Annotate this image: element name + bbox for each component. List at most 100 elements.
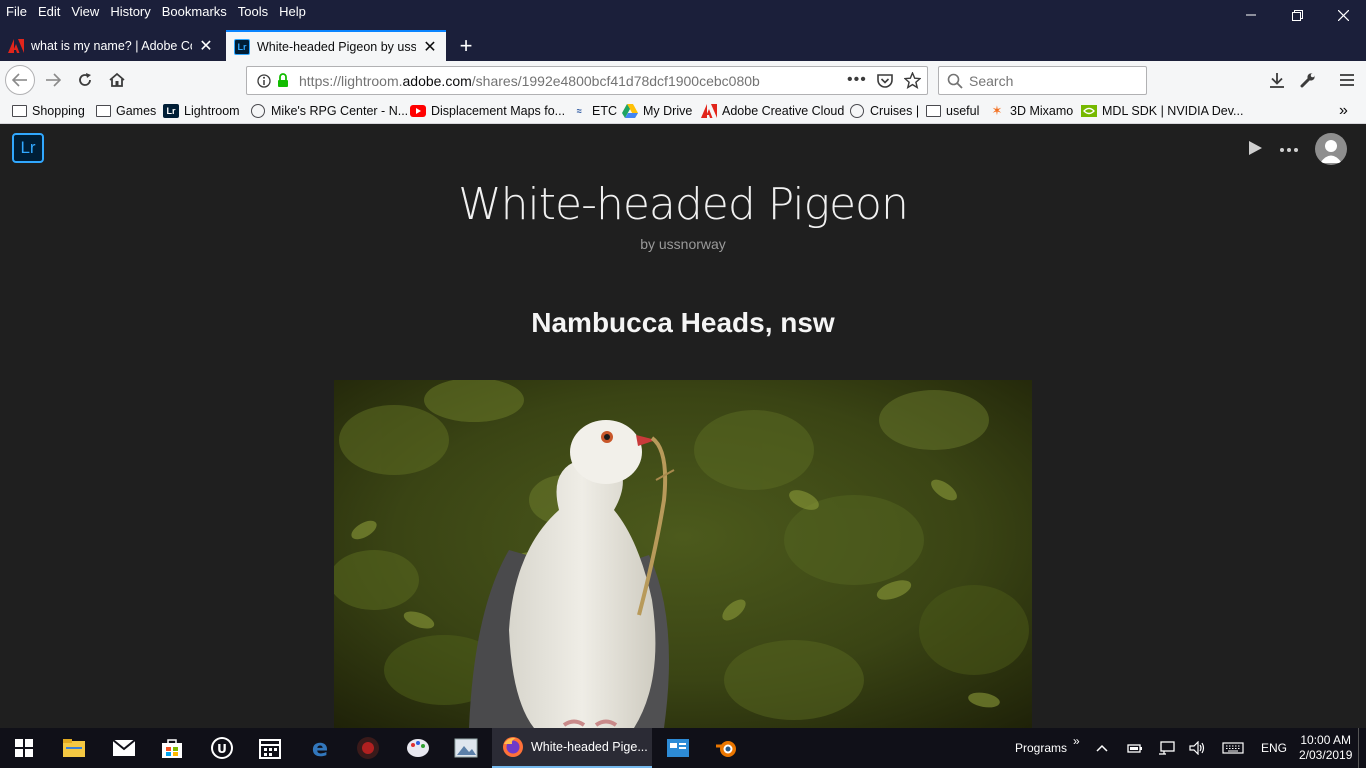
chevron-up-icon bbox=[1096, 744, 1108, 752]
tray-clock[interactable]: 10:00 AM 2/03/2019 bbox=[1299, 728, 1352, 768]
taskbar-firefox-window[interactable]: White-headed Pige... bbox=[492, 728, 652, 768]
firefox-icon bbox=[503, 737, 523, 757]
menu-help[interactable]: Help bbox=[273, 2, 311, 22]
minimize-button[interactable] bbox=[1228, 0, 1274, 30]
taskbar-blender[interactable] bbox=[702, 728, 750, 768]
bookmark-label: Displacement Maps fo... bbox=[431, 104, 566, 118]
bookmark-lightroom[interactable]: Lr Lightroom bbox=[163, 102, 240, 120]
album-author: by ussnorway bbox=[640, 236, 726, 252]
taskbar-file-explorer[interactable] bbox=[50, 728, 98, 768]
bookmark-star-icon[interactable] bbox=[903, 71, 922, 92]
tray-programs-toolbar[interactable]: Programs » bbox=[1015, 728, 1080, 768]
downloads-button[interactable] bbox=[1262, 66, 1292, 94]
tab-label: White-headed Pigeon by ussno bbox=[257, 39, 416, 54]
avatar[interactable] bbox=[1315, 133, 1347, 165]
restore-icon bbox=[1291, 9, 1303, 21]
menu-tools[interactable]: Tools bbox=[232, 2, 273, 22]
bookmark-label: 3D Mixamo bbox=[1010, 104, 1074, 118]
bookmark-adobe-creative-cloud[interactable]: Adobe Creative Cloud bbox=[701, 102, 844, 120]
programs-label: Programs bbox=[1015, 741, 1068, 755]
chevron-double-right-icon: » bbox=[1339, 102, 1348, 119]
taskbar-paint-app[interactable] bbox=[394, 728, 442, 768]
menu-history[interactable]: History bbox=[104, 2, 155, 22]
play-icon bbox=[1249, 141, 1262, 155]
bookmark-games[interactable]: Games bbox=[95, 102, 156, 120]
more-options-button[interactable] bbox=[1279, 137, 1301, 157]
image-icon bbox=[454, 738, 478, 758]
show-desktop-button[interactable] bbox=[1358, 728, 1366, 768]
home-icon bbox=[109, 72, 125, 87]
taskbar-store[interactable] bbox=[148, 728, 196, 768]
slideshow-play-button[interactable] bbox=[1247, 139, 1267, 159]
lightroom-logo[interactable]: Lr bbox=[12, 133, 44, 163]
tab-adobe-community[interactable]: what is my name? | Adobe Com ✕ bbox=[0, 30, 222, 61]
taskbar-mail[interactable] bbox=[100, 728, 148, 768]
menu-edit[interactable]: Edit bbox=[32, 2, 65, 22]
bookmark-etc[interactable]: ≈ ETC bbox=[571, 102, 617, 120]
menu-bookmarks[interactable]: Bookmarks bbox=[156, 2, 232, 22]
taskbar-app-blue[interactable] bbox=[654, 728, 702, 768]
tray-language[interactable]: ENG bbox=[1261, 728, 1287, 768]
bookmark-label: Lightroom bbox=[184, 104, 240, 118]
search-box[interactable] bbox=[938, 66, 1147, 95]
bookmark-displacement-maps[interactable]: Displacement Maps fo... bbox=[410, 102, 565, 120]
tab-strip: what is my name? | Adobe Com ✕ Lr White-… bbox=[0, 30, 1366, 61]
start-button[interactable] bbox=[0, 728, 48, 768]
close-window-button[interactable] bbox=[1320, 0, 1366, 30]
tray-battery[interactable] bbox=[1127, 728, 1143, 768]
minimize-icon bbox=[1246, 14, 1256, 16]
menu-button[interactable] bbox=[1332, 66, 1362, 94]
lock-icon[interactable] bbox=[277, 73, 289, 91]
bookmark-mikes-rpg-center[interactable]: Mike's RPG Center - N... bbox=[250, 102, 408, 120]
lightroom-share-page: Lr White-headed Pigeon by ussnorway Namb… bbox=[0, 125, 1366, 728]
mixamo-icon: ✶ bbox=[991, 103, 1003, 118]
app-window-icon bbox=[667, 739, 689, 757]
bookmark-label: useful bbox=[946, 104, 980, 118]
bookmark-shopping[interactable]: Shopping bbox=[11, 102, 85, 120]
bookmark-my-drive[interactable]: My Drive bbox=[622, 102, 692, 120]
taskbar-app-red[interactable] bbox=[344, 728, 392, 768]
bookmark-3d-mixamo[interactable]: ✶ 3D Mixamo bbox=[989, 102, 1074, 120]
nvidia-icon bbox=[1081, 104, 1097, 118]
url-text[interactable]: https://lightroom.adobe.com/shares/1992e… bbox=[299, 73, 760, 89]
bookmark-mdl-sdk-nvidia[interactable]: MDL SDK | NVIDIA Dev... bbox=[1081, 102, 1243, 120]
bookmark-label: MDL SDK | NVIDIA Dev... bbox=[1102, 104, 1244, 118]
pocket-icon[interactable] bbox=[877, 73, 893, 91]
more-icon bbox=[1280, 148, 1298, 152]
search-input[interactable] bbox=[969, 72, 1139, 89]
menu-file[interactable]: File bbox=[0, 2, 32, 22]
tab-white-headed-pigeon[interactable]: Lr White-headed Pigeon by ussno ✕ bbox=[226, 30, 446, 61]
pigeon-photo[interactable] bbox=[334, 380, 1032, 728]
forward-button[interactable] bbox=[38, 66, 68, 94]
bookmarks-overflow-button[interactable]: » bbox=[1339, 102, 1348, 120]
chevron-double-right-icon: » bbox=[1073, 734, 1080, 748]
home-button[interactable] bbox=[102, 66, 132, 94]
info-icon[interactable] bbox=[257, 74, 271, 91]
tab-close-icon[interactable]: ✕ bbox=[198, 36, 214, 56]
download-icon bbox=[1270, 73, 1284, 88]
taskbar-photo-app[interactable] bbox=[442, 728, 490, 768]
url-bar[interactable]: https://lightroom.adobe.com/shares/1992e… bbox=[246, 66, 928, 95]
taskbar-calendar[interactable] bbox=[246, 728, 294, 768]
taskbar-unreal-engine[interactable]: U bbox=[198, 728, 246, 768]
tray-show-hidden-icons[interactable] bbox=[1096, 728, 1108, 768]
taskbar-edge[interactable]: e bbox=[296, 728, 344, 768]
clock-date: 2/03/2019 bbox=[1299, 748, 1353, 762]
new-tab-button[interactable]: + bbox=[452, 30, 480, 61]
back-button[interactable] bbox=[5, 65, 35, 95]
bookmark-cruises[interactable]: Cruises | bbox=[849, 102, 919, 120]
bookmark-label: Adobe Creative Cloud bbox=[722, 104, 845, 118]
tab-close-icon[interactable]: ✕ bbox=[422, 37, 438, 57]
taskbar-window-title: White-headed Pige... bbox=[531, 740, 648, 754]
developer-tools-button[interactable] bbox=[1293, 66, 1323, 94]
tray-keyboard[interactable] bbox=[1222, 728, 1244, 768]
restore-button[interactable] bbox=[1274, 0, 1320, 30]
tray-network[interactable] bbox=[1158, 728, 1176, 768]
app-icon bbox=[357, 737, 379, 759]
bookmark-useful[interactable]: useful bbox=[925, 102, 979, 120]
menu-view[interactable]: View bbox=[65, 2, 104, 22]
page-actions-icon[interactable]: ••• bbox=[847, 71, 867, 89]
tray-volume[interactable] bbox=[1189, 728, 1207, 768]
reload-button[interactable] bbox=[70, 66, 100, 94]
arrow-right-icon bbox=[46, 73, 61, 87]
